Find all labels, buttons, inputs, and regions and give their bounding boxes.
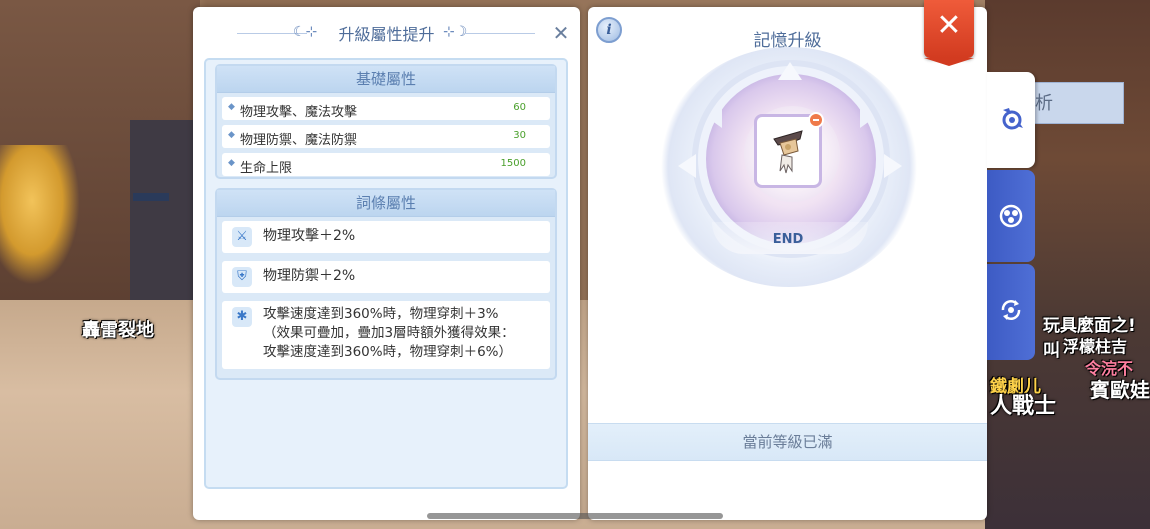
trait-row: ✱ 攻擊速度達到360%時，物理穿刺＋3% （效果可疊加，疊加3層時額外獲得效果… <box>222 301 550 369</box>
shield-icon: ⛨ <box>232 267 252 287</box>
trait-text: 攻擊速度達到360%時，物理穿刺＋3% （效果可疊加，疊加3層時額外獲得效果： … <box>263 306 515 360</box>
trait-row: ⛨ 物理防禦＋2% <box>222 261 550 293</box>
attribute-panel-title: 升級屬性提升 <box>330 21 443 45</box>
attribute-value: 30 <box>513 130 526 141</box>
attribute-panel-header: ☾⊹ 升級屬性提升 ⊹☽ <box>193 21 580 45</box>
close-button[interactable]: ✕ <box>924 0 974 66</box>
background-sign <box>133 193 169 201</box>
moon-ornament-icon: ⊹☽ <box>443 24 468 40</box>
memory-upgrade-panel: i 記憶升級 END 當前等級已滿 ✕ <box>588 0 987 520</box>
basic-attributes-section: 基礎屬性 ◆ 物理攻擊、魔法攻擊 60 ◆ 物理防禦、魔法防禦 30 ◆ 生命上… <box>215 64 557 179</box>
orb-icon <box>999 204 1023 228</box>
player-name: 浮檬柱吉 <box>1063 337 1128 356</box>
home-indicator[interactable] <box>427 513 723 519</box>
memory-icon <box>1002 108 1023 130</box>
title-divider-right <box>465 33 535 34</box>
moon-ornament-icon: ☾⊹ <box>293 24 318 40</box>
ring-spoke <box>884 154 902 178</box>
tab-recycle[interactable] <box>987 264 1035 360</box>
memory-ring: END <box>648 42 928 292</box>
ring-spoke <box>778 62 802 80</box>
snowflake-icon: ✱ <box>232 307 252 327</box>
claw-weapon-icon <box>773 130 803 174</box>
player-name: 賓歐娃 <box>1090 378 1150 402</box>
attribute-name: 物理防禦、魔法防禦 <box>240 133 358 148</box>
close-icon[interactable]: ✕ <box>551 23 571 43</box>
tab-memory[interactable] <box>987 72 1035 168</box>
tab-orb[interactable] <box>987 170 1035 262</box>
remove-badge-icon[interactable] <box>808 112 824 128</box>
close-icon: ✕ <box>936 8 962 43</box>
ring-spoke <box>678 154 696 178</box>
golden-structure <box>0 145 80 285</box>
attribute-row: ◆ 生命上限 1500 <box>222 153 550 176</box>
sword-icon: ⚔ <box>232 227 252 247</box>
attribute-list-box: 基礎屬性 ◆ 物理攻擊、魔法攻擊 60 ◆ 物理防禦、魔法防禦 30 ◆ 生命上… <box>204 58 568 489</box>
ring-spoke <box>708 108 722 128</box>
attribute-name: 生命上限 <box>240 161 293 176</box>
background-hud-panel: 析 <box>1022 82 1124 124</box>
level-status-bar: 當前等級已滿 <box>588 423 987 461</box>
diamond-bullet-icon: ◆ <box>228 102 235 112</box>
item-level-label: END <box>772 232 804 247</box>
background-building-dark <box>130 120 200 320</box>
trait-text: 物理防禦＋2% <box>263 268 356 284</box>
attribute-value: 60 <box>513 102 526 113</box>
diamond-bullet-icon: ◆ <box>228 130 235 140</box>
attribute-row: ◆ 物理防禦、魔法防禦 30 <box>222 125 550 148</box>
recycle-icon <box>1001 300 1021 320</box>
ring-spoke <box>860 108 874 128</box>
basic-attributes-header: 基礎屬性 <box>217 66 555 93</box>
player-name: 轟雷裂地 <box>82 320 154 341</box>
attribute-value: 1500 <box>500 158 526 169</box>
player-name: 人戰士 <box>990 394 1057 419</box>
diamond-bullet-icon: ◆ <box>228 158 235 168</box>
trait-text: 物理攻擊＋2% <box>263 228 356 244</box>
attribute-row: ◆ 物理攻擊、魔法攻擊 60 <box>222 97 550 120</box>
trait-attributes-header: 詞條屬性 <box>217 190 555 217</box>
background-hud-text: 析 <box>1035 93 1053 114</box>
attribute-panel: ☾⊹ 升級屬性提升 ⊹☽ ✕ 基礎屬性 ◆ 物理攻擊、魔法攻擊 60 ◆ 物理防… <box>193 7 580 520</box>
trait-attributes-section: 詞條屬性 ⚔ 物理攻擊＋2% ⛨ 物理防禦＋2% ✱ 攻擊速度達到360%時，物… <box>215 188 557 380</box>
trait-row: ⚔ 物理攻擊＋2% <box>222 221 550 253</box>
attribute-name: 物理攻擊、魔法攻擊 <box>240 105 358 120</box>
